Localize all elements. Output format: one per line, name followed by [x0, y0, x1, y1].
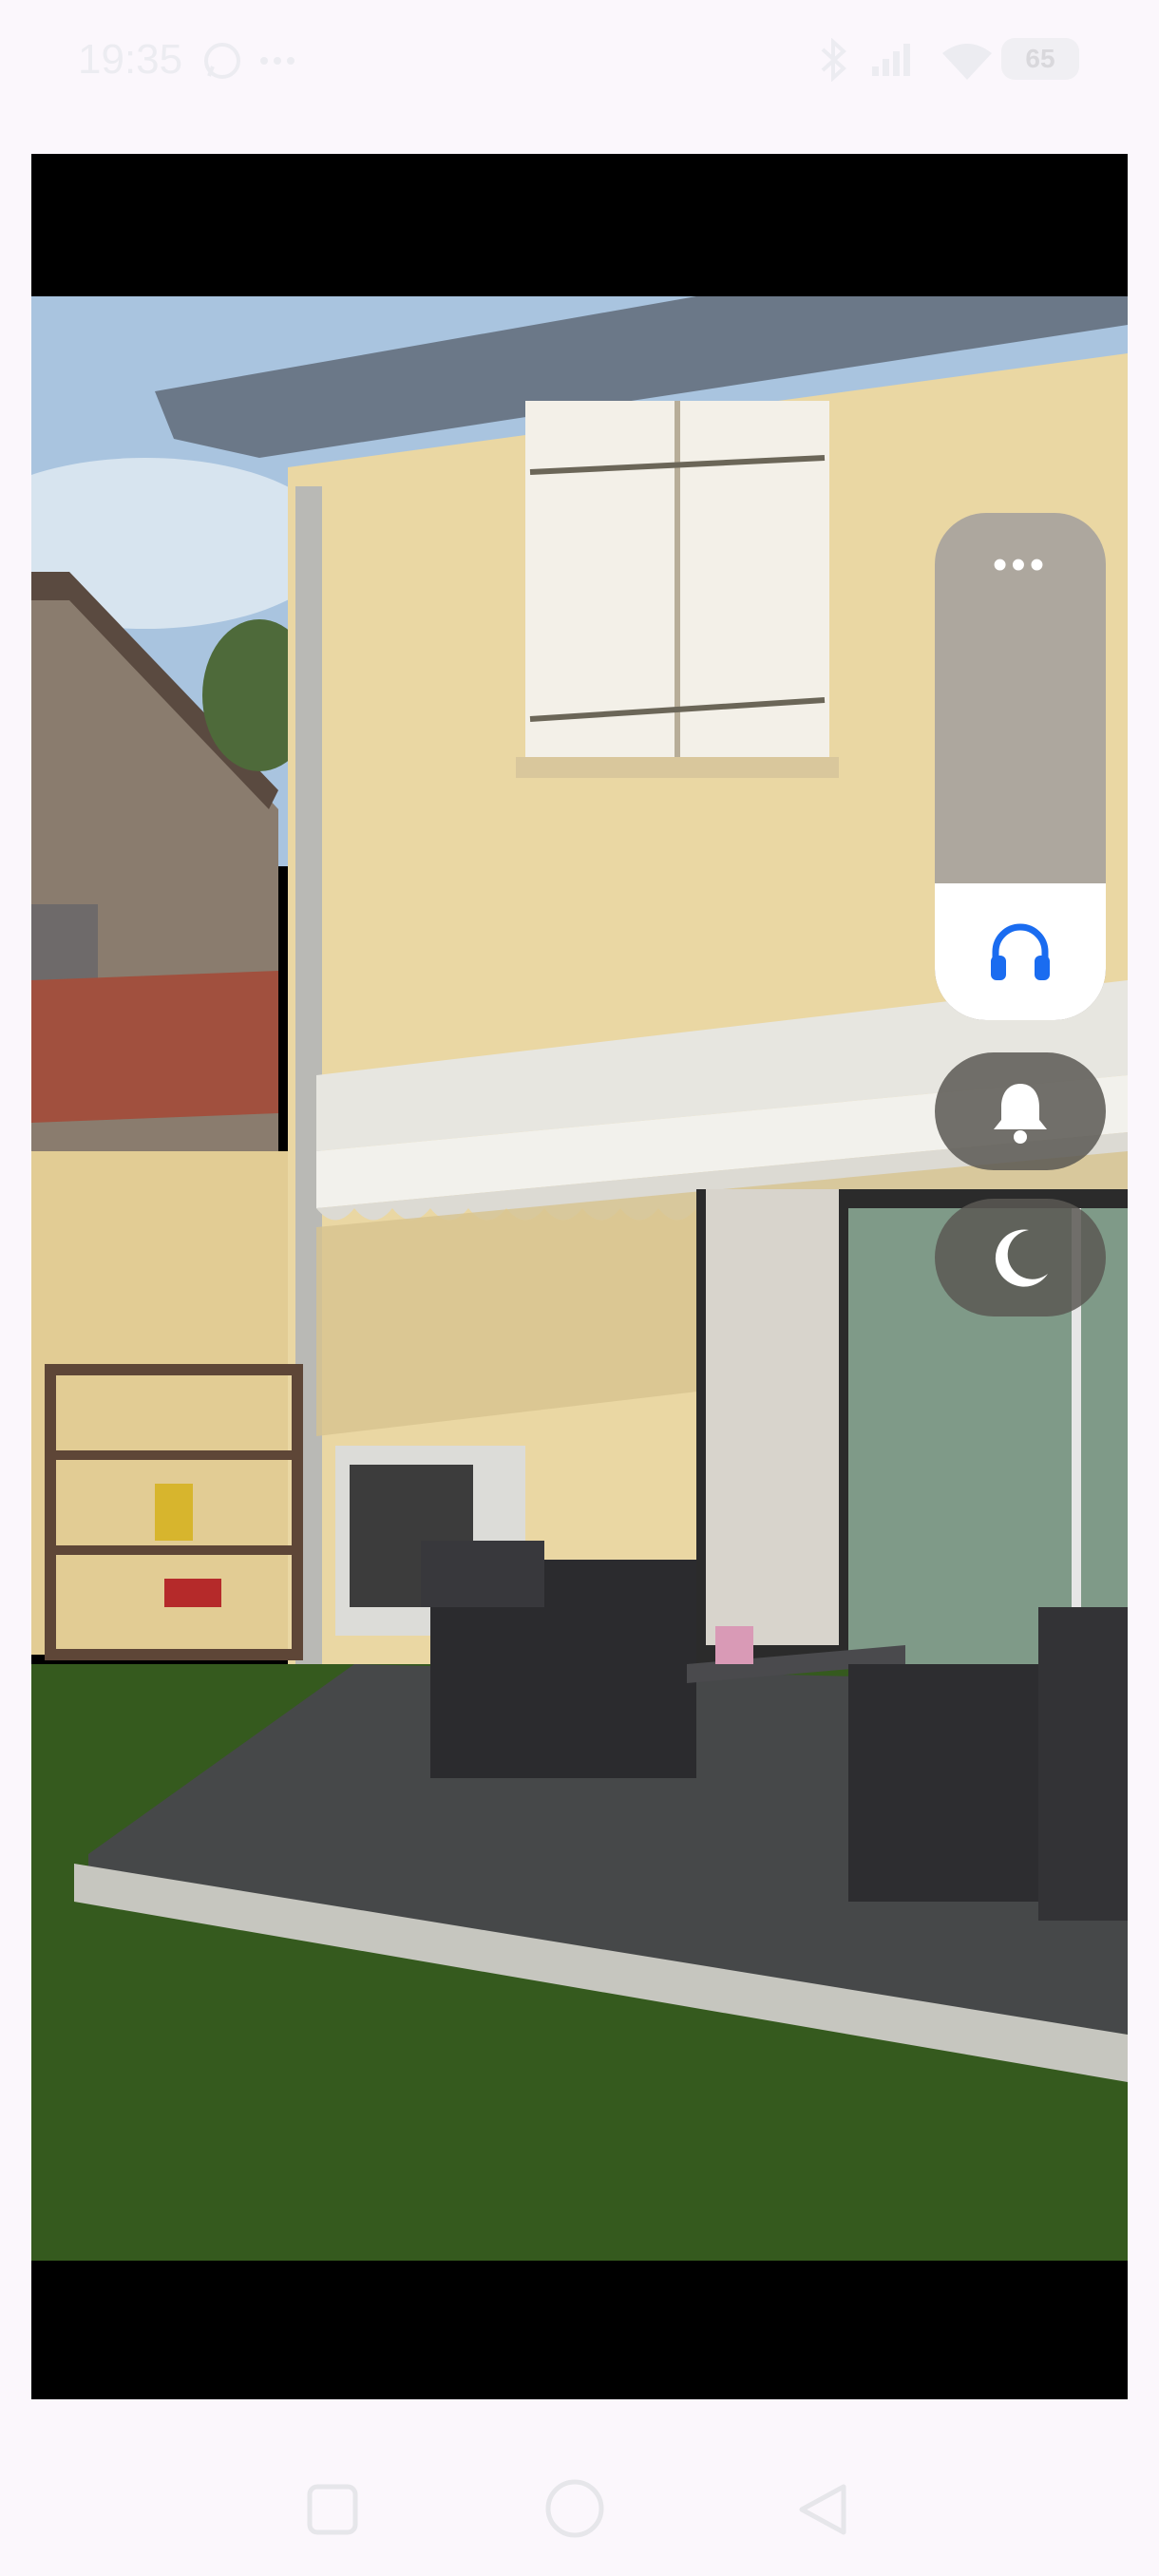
- ring-mode-button[interactable]: [935, 1052, 1106, 1170]
- whatsapp-icon: [204, 43, 240, 79]
- status-time: 19:35: [78, 36, 183, 83]
- moon-icon: [995, 1229, 1048, 1287]
- volume-level-fill[interactable]: [935, 883, 1106, 1020]
- volume-more-button[interactable]: •••: [935, 544, 1106, 586]
- back-triangle-icon[interactable]: [794, 2481, 851, 2538]
- bluetooth-icon: [821, 38, 846, 82]
- battery-icon: 65: [1001, 38, 1079, 80]
- do-not-disturb-button[interactable]: [935, 1199, 1106, 1316]
- headphones-icon[interactable]: [986, 921, 1054, 982]
- battery-level: 65: [1025, 44, 1055, 73]
- more-notifications-icon: [260, 57, 294, 65]
- status-bar: 19:35 65: [0, 0, 1159, 123]
- bell-icon: [994, 1084, 1047, 1144]
- recents-square-icon[interactable]: [304, 2481, 361, 2538]
- signal-icon: [872, 44, 910, 76]
- home-circle-icon[interactable]: [543, 2477, 606, 2540]
- wifi-icon: [942, 44, 992, 80]
- volume-slider[interactable]: •••: [935, 513, 1106, 1020]
